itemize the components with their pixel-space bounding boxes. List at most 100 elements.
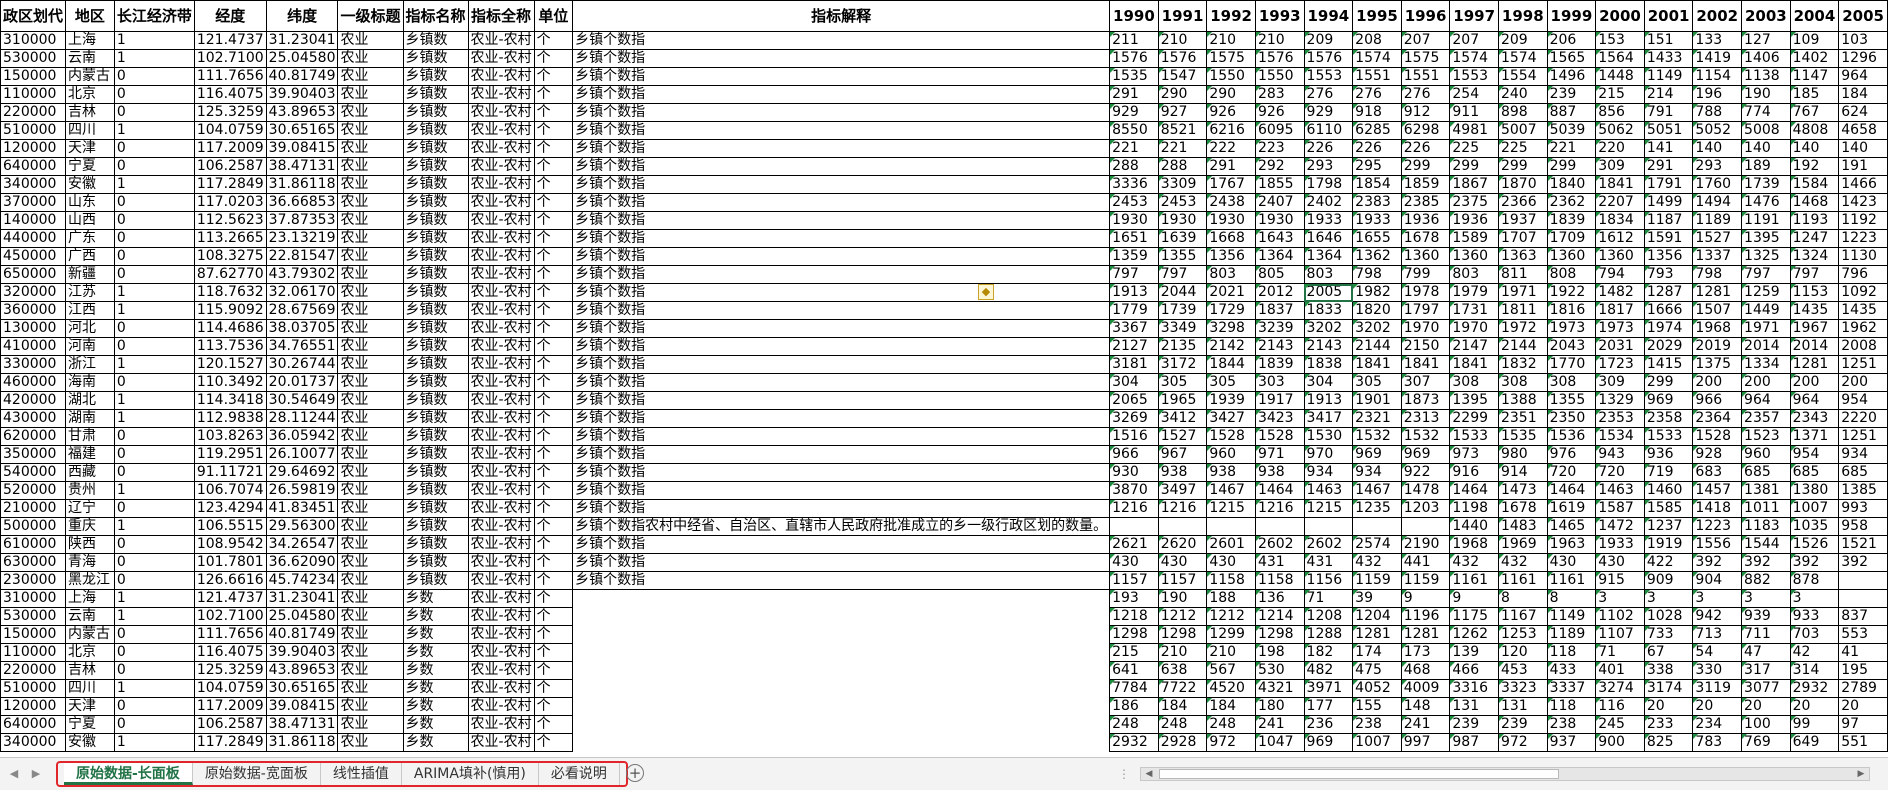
cell-year-value[interactable]: 184 bbox=[1157, 697, 1208, 716]
cell-lat[interactable]: 36.05942 bbox=[265, 427, 339, 446]
cell-year-value[interactable]: 3 bbox=[1643, 589, 1694, 608]
sheet-tab[interactable]: 必看说明 bbox=[539, 763, 620, 785]
cell-ind[interactable]: 乡镇数 bbox=[402, 157, 469, 176]
cell-full[interactable]: 农业-农村 bbox=[467, 265, 535, 284]
cell-year-value[interactable]: 915 bbox=[1595, 571, 1645, 590]
cell-full[interactable]: 农业-农村 bbox=[467, 67, 535, 86]
cell-year-value[interactable]: 299 bbox=[1400, 157, 1451, 176]
cell-year-value[interactable]: 1482 bbox=[1595, 283, 1645, 302]
cell-yz[interactable]: 0 bbox=[113, 139, 195, 158]
cell-region[interactable]: 云南 bbox=[65, 607, 115, 626]
cell-year-value[interactable]: 793 bbox=[1643, 265, 1694, 284]
cell-expl[interactable] bbox=[572, 733, 1111, 752]
cell-year-value[interactable]: 54 bbox=[1692, 643, 1743, 662]
cell-year-value[interactable] bbox=[1838, 589, 1888, 608]
cell-year-value[interactable]: 192 bbox=[1789, 157, 1840, 176]
cell-year-value[interactable]: 2299 bbox=[1449, 409, 1499, 428]
cell-full[interactable]: 农业-农村 bbox=[467, 409, 535, 428]
cell-year-value[interactable]: 1922 bbox=[1546, 283, 1597, 302]
cell-year-value[interactable]: 432 bbox=[1352, 553, 1402, 572]
cell-year-value[interactable]: 198 bbox=[1254, 643, 1305, 662]
cell-year-value[interactable]: 1551 bbox=[1400, 67, 1451, 86]
cell-year-value[interactable]: 2005 bbox=[1303, 283, 1354, 302]
cell-year-value[interactable]: 2621 bbox=[1109, 535, 1159, 554]
cell-lat[interactable]: 39.08415 bbox=[265, 697, 339, 716]
cell-year-value[interactable]: 1870 bbox=[1497, 175, 1548, 194]
cell-yz[interactable]: 1 bbox=[113, 589, 195, 608]
cell-year-value[interactable]: 3174 bbox=[1643, 679, 1694, 698]
cell-expl[interactable]: 乡镇个数指 bbox=[572, 247, 1111, 266]
cell-year-value[interactable]: 309 bbox=[1595, 373, 1645, 392]
cell-year-value[interactable]: 200 bbox=[1838, 373, 1888, 392]
cell-yz[interactable]: 0 bbox=[113, 463, 195, 482]
cell-ind[interactable]: 乡数 bbox=[402, 679, 469, 698]
cell-year-value[interactable]: 930 bbox=[1109, 463, 1159, 482]
cell-year-value[interactable]: 966 bbox=[1692, 391, 1743, 410]
cell-year-value[interactable]: 713 bbox=[1692, 625, 1743, 644]
cell-lat[interactable]: 26.59819 bbox=[265, 481, 339, 500]
cell-expl[interactable]: 乡镇个数指 bbox=[572, 265, 1111, 284]
cell-year-value[interactable]: 3077 bbox=[1741, 679, 1791, 698]
cell-year-value[interactable]: 1507 bbox=[1692, 301, 1743, 320]
cell-year-value[interactable]: 937 bbox=[1546, 733, 1597, 752]
cell-year-value[interactable]: 2574 bbox=[1352, 535, 1402, 554]
cell-year-value[interactable]: 2207 bbox=[1595, 193, 1645, 212]
cell-year-value[interactable]: 2350 bbox=[1546, 409, 1597, 428]
cell-year-value[interactable]: 1797 bbox=[1400, 301, 1451, 320]
cell-year-value[interactable]: 1419 bbox=[1692, 49, 1743, 68]
cell-year-value[interactable]: 2932 bbox=[1109, 733, 1159, 752]
cell-yz[interactable]: 0 bbox=[113, 553, 195, 572]
cell-year-value[interactable]: 1483 bbox=[1497, 517, 1548, 536]
cell-year-value[interactable]: 430 bbox=[1546, 553, 1597, 572]
cell-year-value[interactable]: 190 bbox=[1741, 85, 1791, 104]
cell-year-value[interactable]: 1574 bbox=[1497, 49, 1548, 68]
cell-year-value[interactable]: 241 bbox=[1254, 715, 1305, 734]
cell-expl[interactable] bbox=[572, 643, 1111, 662]
cell-year-value[interactable]: 307 bbox=[1400, 373, 1451, 392]
cell-year-value[interactable] bbox=[1352, 517, 1402, 536]
cell-year-value[interactable]: 1965 bbox=[1157, 391, 1208, 410]
cell-expl[interactable]: 乡镇个数指 bbox=[572, 157, 1111, 176]
cell-level1[interactable]: 农业 bbox=[337, 265, 404, 284]
cell-year-value[interactable]: 943 bbox=[1595, 445, 1645, 464]
cell-ind[interactable]: 乡镇数 bbox=[402, 499, 469, 518]
cell-unit[interactable]: 个 bbox=[533, 157, 574, 176]
cell-lon[interactable]: 119.2951 bbox=[193, 445, 267, 464]
cell-lon[interactable]: 117.0203 bbox=[193, 193, 267, 212]
cell-year-value[interactable]: 141 bbox=[1643, 139, 1694, 158]
add-sheet-button[interactable]: + bbox=[626, 764, 644, 782]
cell-year-value[interactable]: 1499 bbox=[1643, 193, 1694, 212]
cell-year-value[interactable]: 3349 bbox=[1157, 319, 1208, 338]
cell-year-value[interactable]: 295 bbox=[1352, 157, 1402, 176]
cell-year-value[interactable]: 2029 bbox=[1643, 337, 1694, 356]
cell-unit[interactable]: 个 bbox=[533, 175, 574, 194]
cell-unit[interactable]: 个 bbox=[533, 643, 574, 662]
cell-region[interactable]: 山东 bbox=[65, 193, 115, 212]
cell-year-value[interactable]: 1554 bbox=[1497, 67, 1548, 86]
cell-year-value[interactable]: 1402 bbox=[1789, 49, 1840, 68]
cell-year-value[interactable]: 1395 bbox=[1449, 391, 1499, 410]
cell-year-value[interactable]: 1415 bbox=[1643, 355, 1694, 374]
cell-year-value[interactable]: 3202 bbox=[1303, 319, 1354, 338]
cell-year-value[interactable]: 41 bbox=[1838, 643, 1888, 662]
cell-year-value[interactable]: 1619 bbox=[1546, 499, 1597, 518]
cell-year-value[interactable]: 177 bbox=[1303, 697, 1354, 716]
cell-lat[interactable]: 43.79302 bbox=[265, 265, 339, 284]
cell-yz[interactable]: 0 bbox=[113, 661, 195, 680]
cell-yz[interactable]: 0 bbox=[113, 697, 195, 716]
cell-year-value[interactable]: 938 bbox=[1157, 463, 1208, 482]
cell-unit[interactable]: 个 bbox=[533, 193, 574, 212]
cell-year-value[interactable]: 1360 bbox=[1449, 247, 1499, 266]
cell-year-value[interactable]: 1576 bbox=[1157, 49, 1208, 68]
cell-year-value[interactable]: 433 bbox=[1546, 661, 1597, 680]
cell-year-value[interactable]: 206 bbox=[1546, 31, 1597, 50]
cell-year-value[interactable]: 308 bbox=[1497, 373, 1548, 392]
cell-year-value[interactable]: 2383 bbox=[1352, 193, 1402, 212]
cell-year-value[interactable]: 803 bbox=[1303, 265, 1354, 284]
cell-year-value[interactable]: 1979 bbox=[1449, 283, 1499, 302]
cell-region[interactable]: 湖南 bbox=[65, 409, 115, 428]
cell-level1[interactable]: 农业 bbox=[337, 283, 404, 302]
cell-year-value[interactable]: 1472 bbox=[1595, 517, 1645, 536]
cell-full[interactable]: 农业-农村 bbox=[467, 607, 535, 626]
cell-year-value[interactable]: 887 bbox=[1546, 103, 1597, 122]
